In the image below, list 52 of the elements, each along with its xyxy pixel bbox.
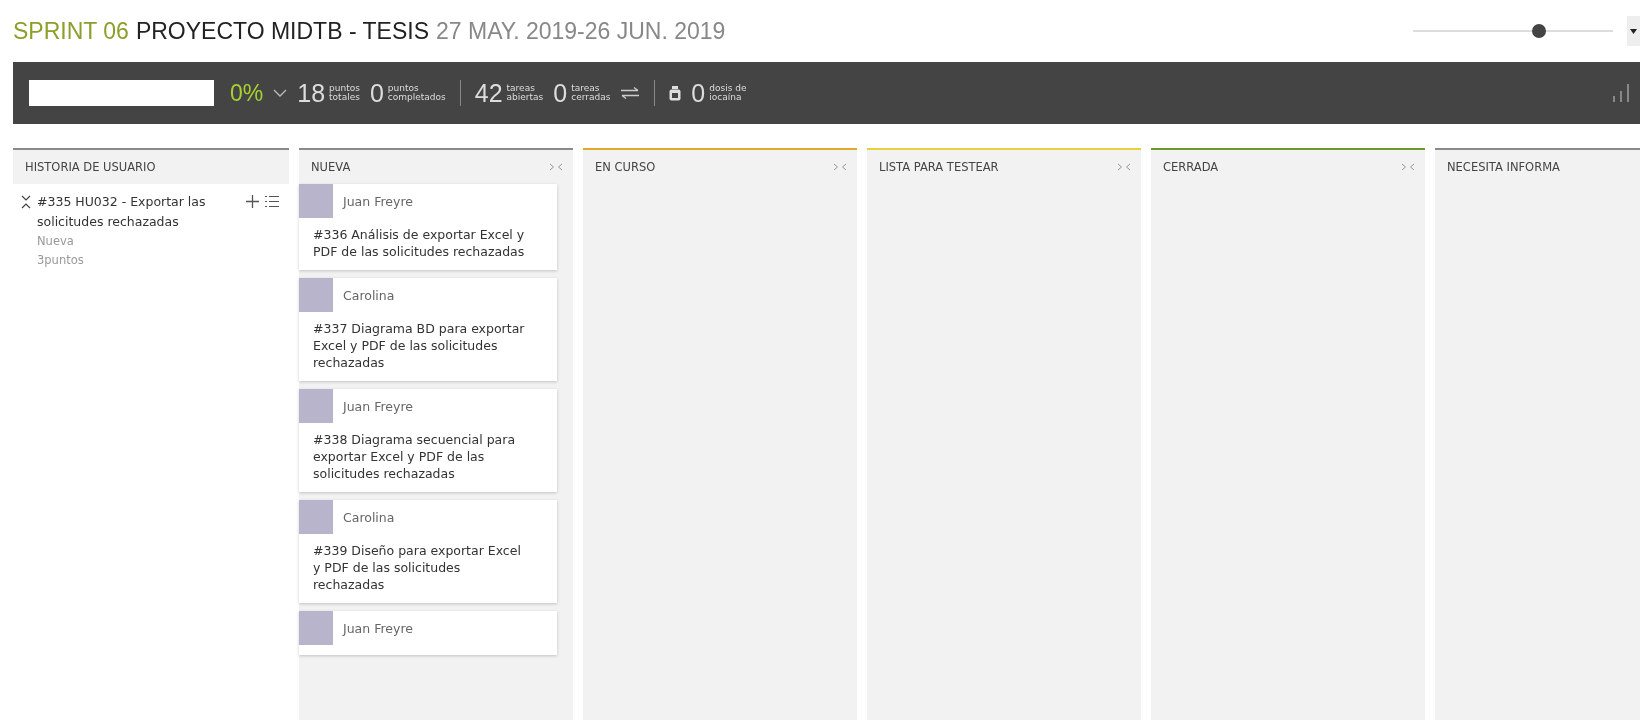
task-title: #336 Análisis de exportar Excel y PDF de las solicitudes rechazadas: [312, 226, 526, 260]
column-title: NECESITA INFORMA: [1447, 160, 1560, 174]
plus-icon[interactable]: [246, 195, 259, 208]
slider-thumb[interactable]: [1532, 24, 1546, 38]
progress-percent: 0%: [230, 79, 264, 107]
task-title: #339 Diseño para exportar Excel y PDF de las solicitudes rechazadas: [312, 542, 522, 593]
column-title: EN CURSO: [595, 160, 656, 174]
stat-label: dosis de iocaína: [709, 84, 747, 102]
collapse-icon[interactable]: [21, 195, 31, 209]
task-title: #338 Diagrama secuencial para exportar Excel y PDF de las solicitudes rechazadas: [312, 431, 517, 482]
stat-label: tareas cerradas: [571, 84, 611, 102]
task-assignee: Carolina: [343, 287, 395, 303]
avatar-placeholder: [299, 184, 333, 218]
column-title: CERRADA: [1163, 160, 1219, 174]
task-assignee: Juan Freyre: [343, 620, 413, 636]
story-points: 3puntos: [37, 252, 85, 269]
stat-value: 18: [297, 78, 326, 108]
bottle-icon: [669, 85, 682, 101]
stat-value: 0: [553, 78, 568, 108]
avatar-placeholder: [299, 500, 333, 534]
avatar-placeholder: [299, 389, 333, 423]
stat-label: puntos totales: [329, 84, 360, 102]
column-title: HISTORIA DE USUARIO: [25, 160, 156, 174]
stat-label: tareas abiertas: [506, 84, 544, 102]
task-assignee: Carolina: [343, 509, 395, 525]
swap-arrows-icon[interactable]: [620, 87, 641, 99]
dropdown-button[interactable]: [1627, 16, 1640, 46]
sprint-label: SPRINT 06: [13, 17, 129, 45]
task-assignee: Juan Freyre: [343, 398, 413, 414]
column-title: LISTA PARA TESTEAR: [879, 160, 999, 174]
chevron-down-icon[interactable]: [273, 88, 288, 98]
stat-value: 0: [691, 78, 706, 108]
stat-value: 0: [369, 78, 384, 108]
task-title: #337 Diagrama BD para exportar Excel y PDF de las solicitudes rechazadas: [312, 320, 526, 371]
task-card[interactable]: Juan Freyre #336 Análisis de exportar Excel y PDF de las solicitudes rechazadas: [299, 184, 557, 270]
sprint-dates: 27 MAY. 2019-26 JUN. 2019: [436, 17, 726, 45]
task-card[interactable]: Carolina #339 Diseño para exportar Excel y PDF de las solicitudes rechazadas: [299, 500, 557, 603]
stat-label: puntos completados: [387, 84, 446, 102]
story-title[interactable]: #335 HU032 - Exportar las solicitudes rechazadas: [37, 192, 240, 232]
story-status: Nueva: [37, 233, 75, 250]
task-card[interactable]: Juan Freyre: [299, 611, 557, 655]
caret-icon: [1630, 28, 1637, 34]
column-title: NUEVA: [311, 160, 351, 174]
task-card[interactable]: Carolina #337 Diagrama BD para exportar Excel y PDF de las solicitudes rechazadas: [299, 278, 557, 381]
task-assignee: Juan Freyre: [343, 193, 413, 209]
project-title: PROYECTO MIDTB - TESIS: [135, 17, 429, 45]
signal-bars-icon[interactable]: [1612, 84, 1632, 102]
avatar-placeholder: [299, 611, 333, 645]
avatar-placeholder: [299, 278, 333, 312]
stat-value: 42: [474, 78, 503, 108]
task-card[interactable]: Juan Freyre #338 Diagrama secuencial para exportar Excel y PDF de las solicitudes rechazadas: [299, 389, 557, 492]
list-icon[interactable]: [265, 195, 279, 208]
